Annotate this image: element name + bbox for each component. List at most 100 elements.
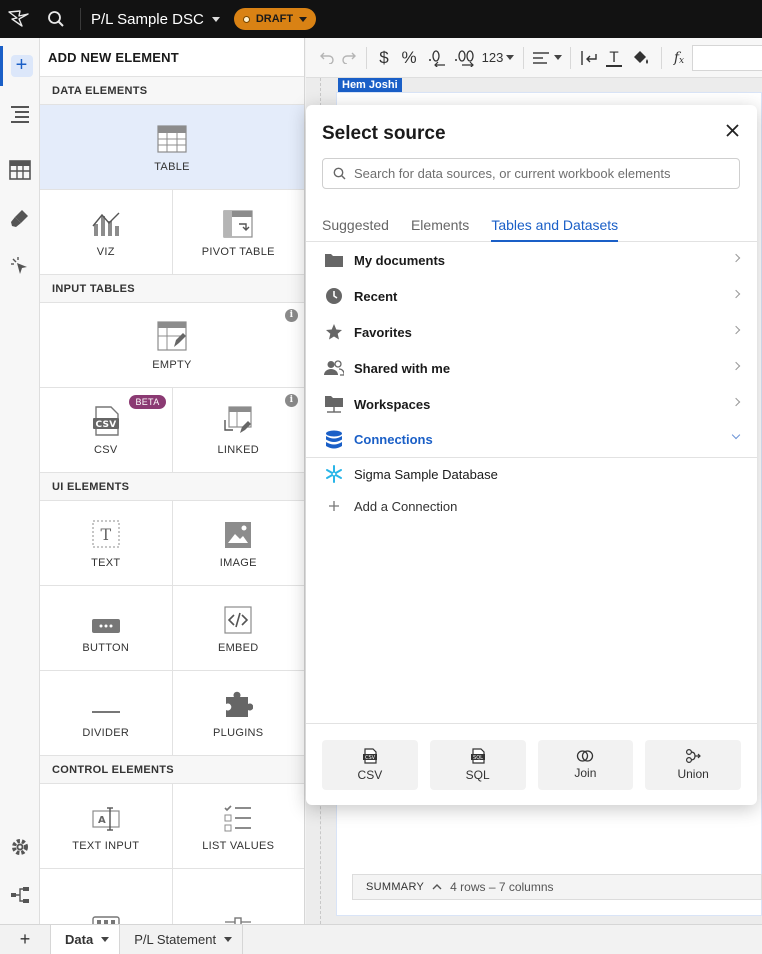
add-element-rail-button[interactable]: +	[0, 46, 40, 86]
info-icon[interactable]: i	[285, 394, 298, 407]
search-icon[interactable]	[38, 0, 74, 38]
list-item-connections[interactable]: Connections	[306, 422, 757, 458]
add-csv-input-table-tile[interactable]: BETA CSV CSV	[40, 388, 172, 472]
list-item-my-documents[interactable]: My documents	[306, 242, 757, 278]
add-element-panel: ADD NEW ELEMENT DATA ELEMENTS TABLE VIZ …	[40, 38, 305, 924]
section-control-elements: CONTROL ELEMENTS	[40, 756, 304, 784]
add-text-tile[interactable]: T TEXT	[40, 501, 172, 585]
function-icon-subscript: x	[679, 55, 685, 66]
list-item-recent[interactable]: Recent	[306, 278, 757, 314]
tile-row: T TEXT IMAGE	[40, 501, 304, 586]
text-align-dropdown[interactable]	[530, 38, 564, 78]
section-input-tables: INPUT TABLES	[40, 275, 304, 303]
add-divider-tile[interactable]: DIVIDER	[40, 671, 172, 755]
document-title[interactable]: P/L Sample DSC	[91, 11, 220, 28]
dollar-icon: $	[379, 47, 389, 67]
lineage-rail-button[interactable]	[0, 875, 40, 915]
formula-button[interactable]: fx	[668, 38, 690, 78]
add-table-tile[interactable]: TABLE	[40, 105, 304, 189]
add-slider-tile[interactable]	[171, 869, 305, 924]
increase-decimal-button[interactable]	[451, 38, 479, 78]
source-search-input[interactable]: Search for data sources, or current work…	[322, 158, 740, 189]
list-item-shared-with-me[interactable]: Shared with me	[306, 350, 757, 386]
page-tab-pl-statement[interactable]: P/L Statement	[120, 924, 244, 954]
chevron-up-icon	[432, 884, 442, 890]
add-button-tile[interactable]: BUTTON	[40, 586, 172, 670]
lineage-icon	[11, 887, 29, 903]
footer-button-label: SQL	[465, 768, 490, 782]
dialog-footer: CSV CSV SQL SQL Join Union	[306, 723, 757, 805]
sigma-logo-icon[interactable]	[0, 0, 38, 38]
union-button[interactable]: Union	[645, 740, 741, 790]
chevron-down-icon[interactable]	[224, 937, 233, 942]
chevron-right-icon	[731, 397, 741, 407]
text-style-button[interactable]: T	[601, 38, 627, 78]
table-summary-bar[interactable]: SUMMARY 4 rows – 7 columns	[352, 874, 762, 900]
write-sql-button[interactable]: SQL SQL	[429, 740, 526, 790]
tile-label: PLUGINS	[213, 727, 264, 739]
collaborator-tag: Hem Joshi	[338, 78, 402, 92]
currency-format-button[interactable]: $	[373, 38, 395, 78]
add-text-input-tile[interactable]: A TEXT INPUT	[40, 784, 172, 868]
sql-file-icon: SQL	[470, 748, 485, 764]
close-button[interactable]	[721, 119, 743, 141]
format-rail-button[interactable]	[0, 198, 40, 238]
number-format-label: 123	[481, 50, 504, 65]
list-item-workspaces[interactable]: Workspaces	[306, 386, 757, 422]
add-viz-tile[interactable]: VIZ	[40, 190, 172, 274]
number-format-dropdown[interactable]: 123	[479, 38, 517, 78]
draft-status-button[interactable]: DRAFT	[233, 8, 317, 30]
formula-bar-input[interactable]	[692, 45, 762, 71]
tab-tables-and-datasets[interactable]: Tables and Datasets	[491, 208, 619, 242]
outline-rail-button[interactable]	[0, 94, 40, 134]
list-item-sigma-sample-database[interactable]: Sigma Sample Database	[306, 458, 757, 490]
add-empty-input-table-tile[interactable]: i EMPTY	[40, 303, 304, 387]
text-wrap-button[interactable]	[577, 38, 601, 78]
tile-row: VIZ PIVOT TABLE	[40, 190, 304, 275]
actions-rail-button[interactable]	[0, 246, 40, 286]
join-button[interactable]: Join	[537, 740, 634, 790]
info-icon[interactable]: i	[285, 309, 298, 322]
list-item-label: Recent	[354, 288, 398, 304]
tile-row: BUTTON EMBED	[40, 586, 304, 671]
chevron-down-icon[interactable]	[101, 937, 110, 942]
add-page-button[interactable]: +	[0, 929, 50, 950]
fill-color-button[interactable]	[627, 38, 655, 78]
users-icon	[323, 357, 345, 379]
page-tab-data[interactable]: Data	[50, 924, 121, 954]
divider	[366, 46, 367, 69]
tab-suggested[interactable]: Suggested	[322, 208, 389, 242]
gear-icon	[12, 839, 28, 855]
source-tabs: Suggested Elements Tables and Datasets	[306, 208, 757, 242]
add-segmented-control-tile[interactable]	[40, 869, 172, 924]
percent-format-button[interactable]: %	[395, 38, 423, 78]
list-item-favorites[interactable]: Favorites	[306, 314, 757, 350]
pivot-table-icon	[223, 206, 253, 238]
data-rail-button[interactable]	[0, 150, 40, 190]
tab-elements[interactable]: Elements	[411, 208, 469, 242]
footer-button-label: CSV	[357, 768, 383, 782]
decrease-decimal-button[interactable]	[423, 38, 451, 78]
tile-row: i EMPTY	[40, 303, 304, 388]
undo-button[interactable]	[316, 38, 338, 78]
add-image-tile[interactable]: IMAGE	[171, 501, 305, 585]
close-icon	[725, 123, 739, 137]
table-icon	[157, 121, 187, 153]
chevron-down-icon	[553, 55, 562, 60]
settings-rail-button[interactable]	[0, 827, 40, 867]
add-linked-input-table-tile[interactable]: i LINKED	[171, 388, 305, 472]
clock-icon	[323, 285, 345, 307]
chevron-down-icon	[731, 430, 741, 440]
add-list-values-tile[interactable]: LIST VALUES	[171, 784, 305, 868]
upload-csv-button[interactable]: CSV CSV	[322, 740, 418, 790]
paintbrush-icon	[11, 210, 28, 227]
redo-button[interactable]	[338, 38, 360, 78]
tile-label: LIST VALUES	[202, 840, 275, 852]
add-embed-tile[interactable]: EMBED	[171, 586, 305, 670]
add-pivot-table-tile[interactable]: PIVOT TABLE	[171, 190, 305, 274]
linked-table-icon	[223, 404, 253, 436]
redo-icon	[342, 52, 356, 64]
dialog-title: Select source	[322, 123, 446, 144]
add-connection-button[interactable]: Add a Connection	[306, 490, 757, 522]
add-plugins-tile[interactable]: PLUGINS	[171, 671, 305, 755]
